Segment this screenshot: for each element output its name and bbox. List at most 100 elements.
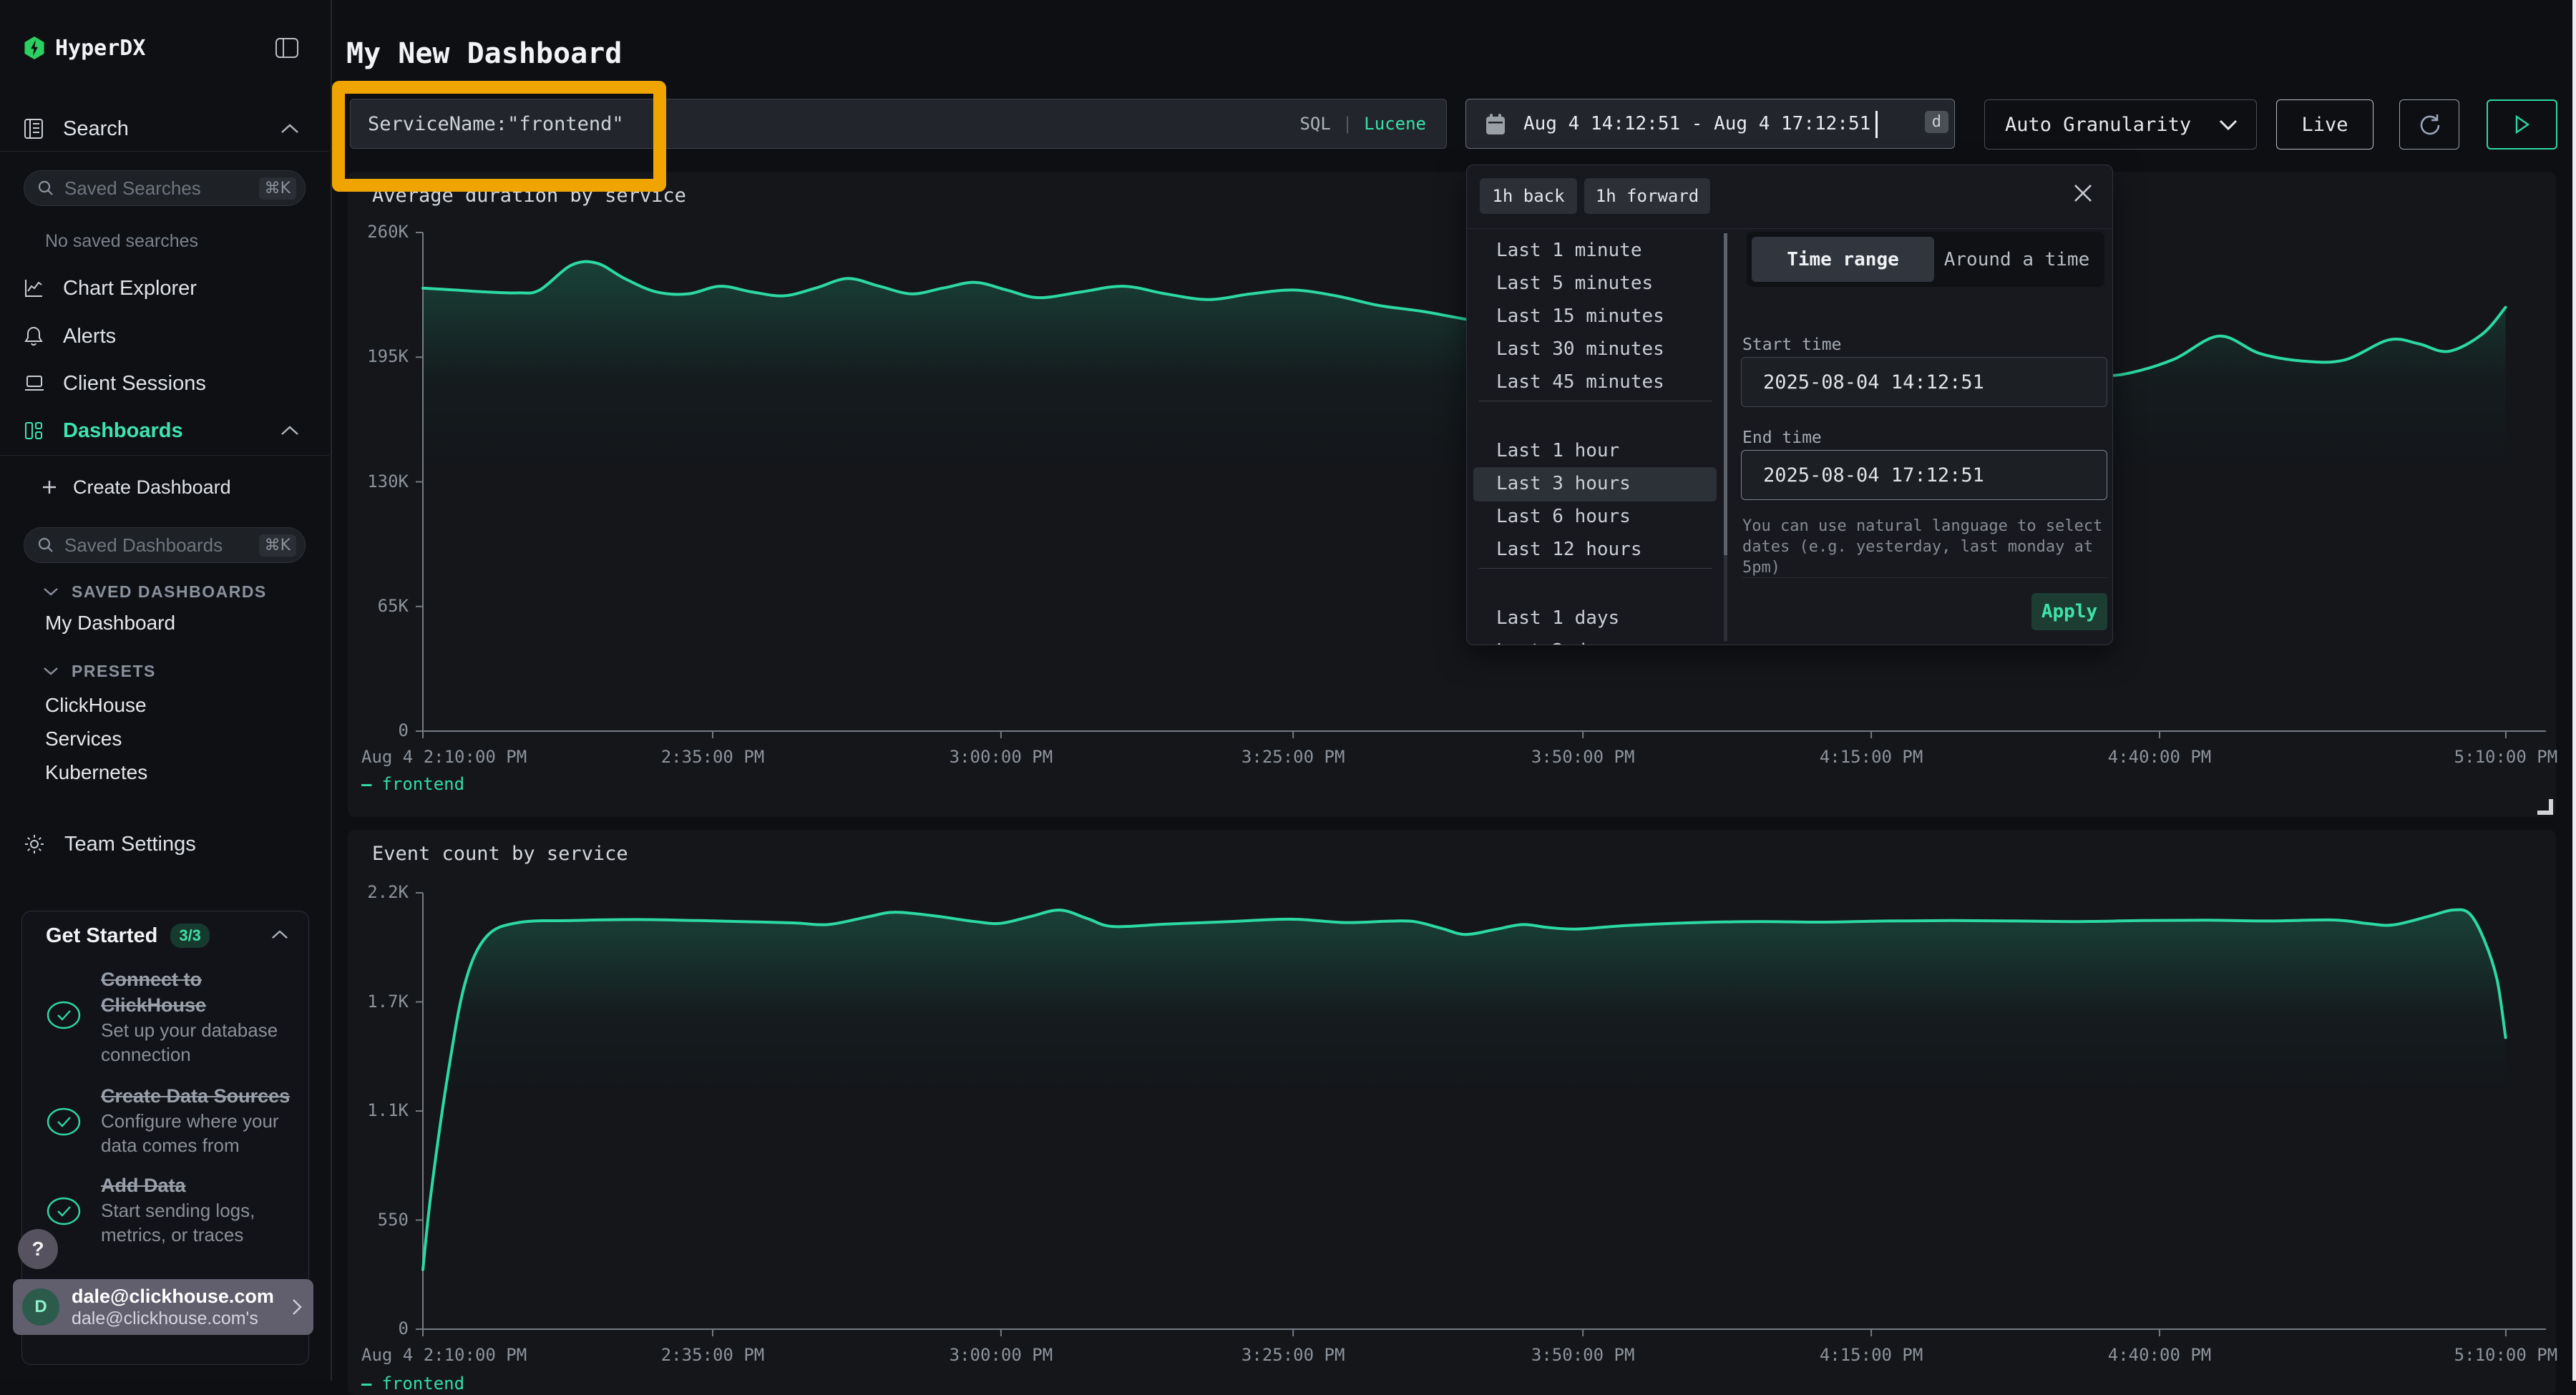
time-option-last-12-hours[interactable]: Last 12 hours [1496, 539, 1642, 560]
sql-mode-toggle[interactable]: SQL [1299, 114, 1330, 134]
sidebar-item-label: Alerts [63, 325, 116, 348]
logo-text: HyperDX [55, 36, 145, 61]
time-option-last-15-minutes[interactable]: Last 15 minutes [1496, 305, 1664, 327]
checklist-item-subtitle: Set up your database connection [101, 1018, 300, 1067]
sidebar-item-my-dashboard[interactable]: My Dashboard [0, 606, 331, 640]
time-option-last-1-days[interactable]: Last 1 days [1496, 607, 1619, 629]
logo-row: HyperDX [0, 30, 331, 66]
sidebar-item-dashboards[interactable]: Dashboards [0, 411, 331, 451]
chevron-up-icon[interactable] [271, 930, 288, 939]
avatar: D [22, 1288, 59, 1326]
play-button[interactable] [2487, 99, 2557, 150]
x-axis-tick-label: 3:00:00 PM [894, 747, 1108, 767]
sidebar-item-search[interactable]: Search [0, 109, 331, 149]
line-chart: 065K130K195K260KAug 4 2:10:00 PM2:35:00 … [348, 172, 2556, 817]
x-axis-tick-label: 5:10:00 PM [2399, 747, 2576, 767]
line-chart: 05501.1K1.7K2.2KAug 4 2:10:00 PM2:35:00 … [348, 830, 2556, 1395]
time-option-last-5-minutes[interactable]: Last 5 minutes [1496, 273, 1653, 294]
time-option-last-2-days[interactable]: Last 2 days [1496, 640, 1619, 645]
granularity-select[interactable]: Auto Granularity [1984, 99, 2257, 150]
x-axis-tick-label: 3:50:00 PM [1475, 1345, 1690, 1365]
time-range-input[interactable]: Aug 4 14:12:51 - Aug 4 17:12:51 d [1465, 99, 1955, 149]
shift-forward-button[interactable]: 1h forward [1584, 178, 1710, 214]
start-time-value: 2025-08-04 14:12:51 [1763, 371, 1984, 393]
create-dashboard-label: Create Dashboard [73, 476, 231, 499]
close-icon[interactable] [2072, 182, 2094, 204]
chart-legend[interactable]: — frontend [361, 774, 464, 794]
shift-back-button[interactable]: 1h back [1480, 178, 1577, 214]
time-option-last-3-hours[interactable]: Last 3 hours [1496, 473, 1631, 494]
tab-around-a-time[interactable]: Around a time [1934, 237, 2099, 282]
tab-label: Time range [1787, 249, 1899, 270]
chevron-up-icon [280, 426, 299, 436]
apply-button[interactable]: Apply [2031, 593, 2107, 630]
x-axis-tick-label: 3:25:00 PM [1186, 1345, 1400, 1365]
sidebar-item-client-sessions[interactable]: Client Sessions [0, 363, 331, 403]
saved-dashboards-section-header[interactable]: SAVED DASHBOARDS [0, 574, 331, 609]
apply-button-label: Apply [2041, 601, 2097, 622]
search-icon [37, 180, 54, 197]
sidebar-item-services[interactable]: Services [0, 722, 331, 756]
shift-forward-label: 1h forward [1596, 186, 1699, 206]
saved-dashboards-input[interactable]: Saved Dashboards ⌘K [24, 527, 306, 563]
tab-time-range[interactable]: Time range [1752, 237, 1934, 282]
x-axis-tick-label: 3:00:00 PM [894, 1345, 1108, 1365]
y-axis-tick-label: 260K [348, 222, 409, 242]
time-option-last-1-minute[interactable]: Last 1 minute [1496, 240, 1642, 261]
presets-section-header[interactable]: PRESETS [0, 654, 331, 688]
no-saved-searches-text: No saved searches [45, 231, 198, 252]
sidebar-item-alerts[interactable]: Alerts [0, 316, 331, 356]
check-circle-icon [47, 1197, 81, 1225]
scrollbar-thumb[interactable] [1724, 233, 1727, 555]
time-option-last-45-minutes[interactable]: Last 45 minutes [1496, 371, 1664, 393]
y-axis-tick-label: 130K [348, 471, 409, 491]
filter-query-value: ServiceName:"frontend" [368, 113, 624, 135]
mode-separator: | [1342, 114, 1352, 134]
live-button[interactable]: Live [2276, 99, 2373, 150]
x-axis-tick-label: 4:40:00 PM [2052, 1345, 2267, 1365]
lucene-mode-toggle[interactable]: Lucene [1364, 114, 1426, 134]
legend-label: frontend [381, 774, 464, 794]
tab-bar: Time range Around a time [1747, 232, 2104, 287]
x-axis-tick-label: 3:50:00 PM [1475, 747, 1690, 767]
sidebar-item-label: Chart Explorer [63, 277, 197, 300]
time-picker-popover: 1h back 1h forward Last 1 minute Last 5 m… [1466, 165, 2113, 645]
sidebar-item-chart-explorer[interactable]: Chart Explorer [0, 268, 331, 308]
search-icon [37, 537, 54, 554]
x-axis-tick-label: Aug 4 2:10:00 PM [361, 747, 527, 767]
x-axis-tick-label: 4:40:00 PM [2052, 747, 2267, 767]
divider [0, 455, 329, 456]
time-option-last-30-minutes[interactable]: Last 30 minutes [1496, 338, 1664, 360]
sidebar-item-label: Client Sessions [63, 372, 206, 396]
plus-icon [42, 479, 57, 495]
chart-legend[interactable]: — frontend [361, 1374, 464, 1394]
relative-time-list: Last 1 minute Last 5 minutes Last 15 minut… [1467, 228, 1723, 645]
preset-link-label: Services [45, 728, 122, 750]
checklist-item-title: Create Data Sources [101, 1083, 303, 1109]
help-button[interactable]: ? [18, 1229, 58, 1269]
sidebar-item-team-settings[interactable]: Team Settings [0, 824, 331, 864]
sidebar-collapse-icon[interactable] [275, 37, 299, 59]
resize-handle[interactable] [2537, 799, 2553, 815]
saved-searches-input[interactable]: Saved Searches ⌘K [24, 170, 306, 206]
start-time-input[interactable]: 2025-08-04 14:12:51 [1741, 357, 2107, 407]
preset-link-label: Kubernetes [45, 761, 147, 784]
granularity-value: Auto Granularity [2005, 114, 2191, 136]
time-option-last-6-hours[interactable]: Last 6 hours [1496, 506, 1631, 527]
refresh-button[interactable] [2399, 99, 2459, 150]
y-axis-tick-label: 0 [348, 720, 409, 740]
bell-icon [24, 326, 44, 347]
window-scrollbar[interactable] [2572, 0, 2576, 1381]
dashboards-icon [24, 421, 44, 441]
scrollbar-track[interactable] [1724, 233, 1727, 641]
hyperdx-logo-icon [24, 36, 45, 59]
section-title: SAVED DASHBOARDS [72, 582, 267, 602]
time-option-last-1-hour[interactable]: Last 1 hour [1496, 440, 1619, 461]
filter-query-input[interactable]: ServiceName:"frontend" SQL | Lucene [350, 99, 1447, 149]
end-time-input[interactable]: 2025-08-04 17:12:51 [1741, 450, 2107, 500]
create-dashboard-button[interactable]: Create Dashboard [0, 469, 331, 506]
chevron-right-icon [292, 1298, 302, 1316]
sidebar-item-clickhouse[interactable]: ClickHouse [0, 688, 331, 723]
sidebar-item-kubernetes[interactable]: Kubernetes [0, 755, 331, 790]
user-menu[interactable]: D dale@clickhouse.com dale@clickhouse.co… [13, 1279, 313, 1335]
